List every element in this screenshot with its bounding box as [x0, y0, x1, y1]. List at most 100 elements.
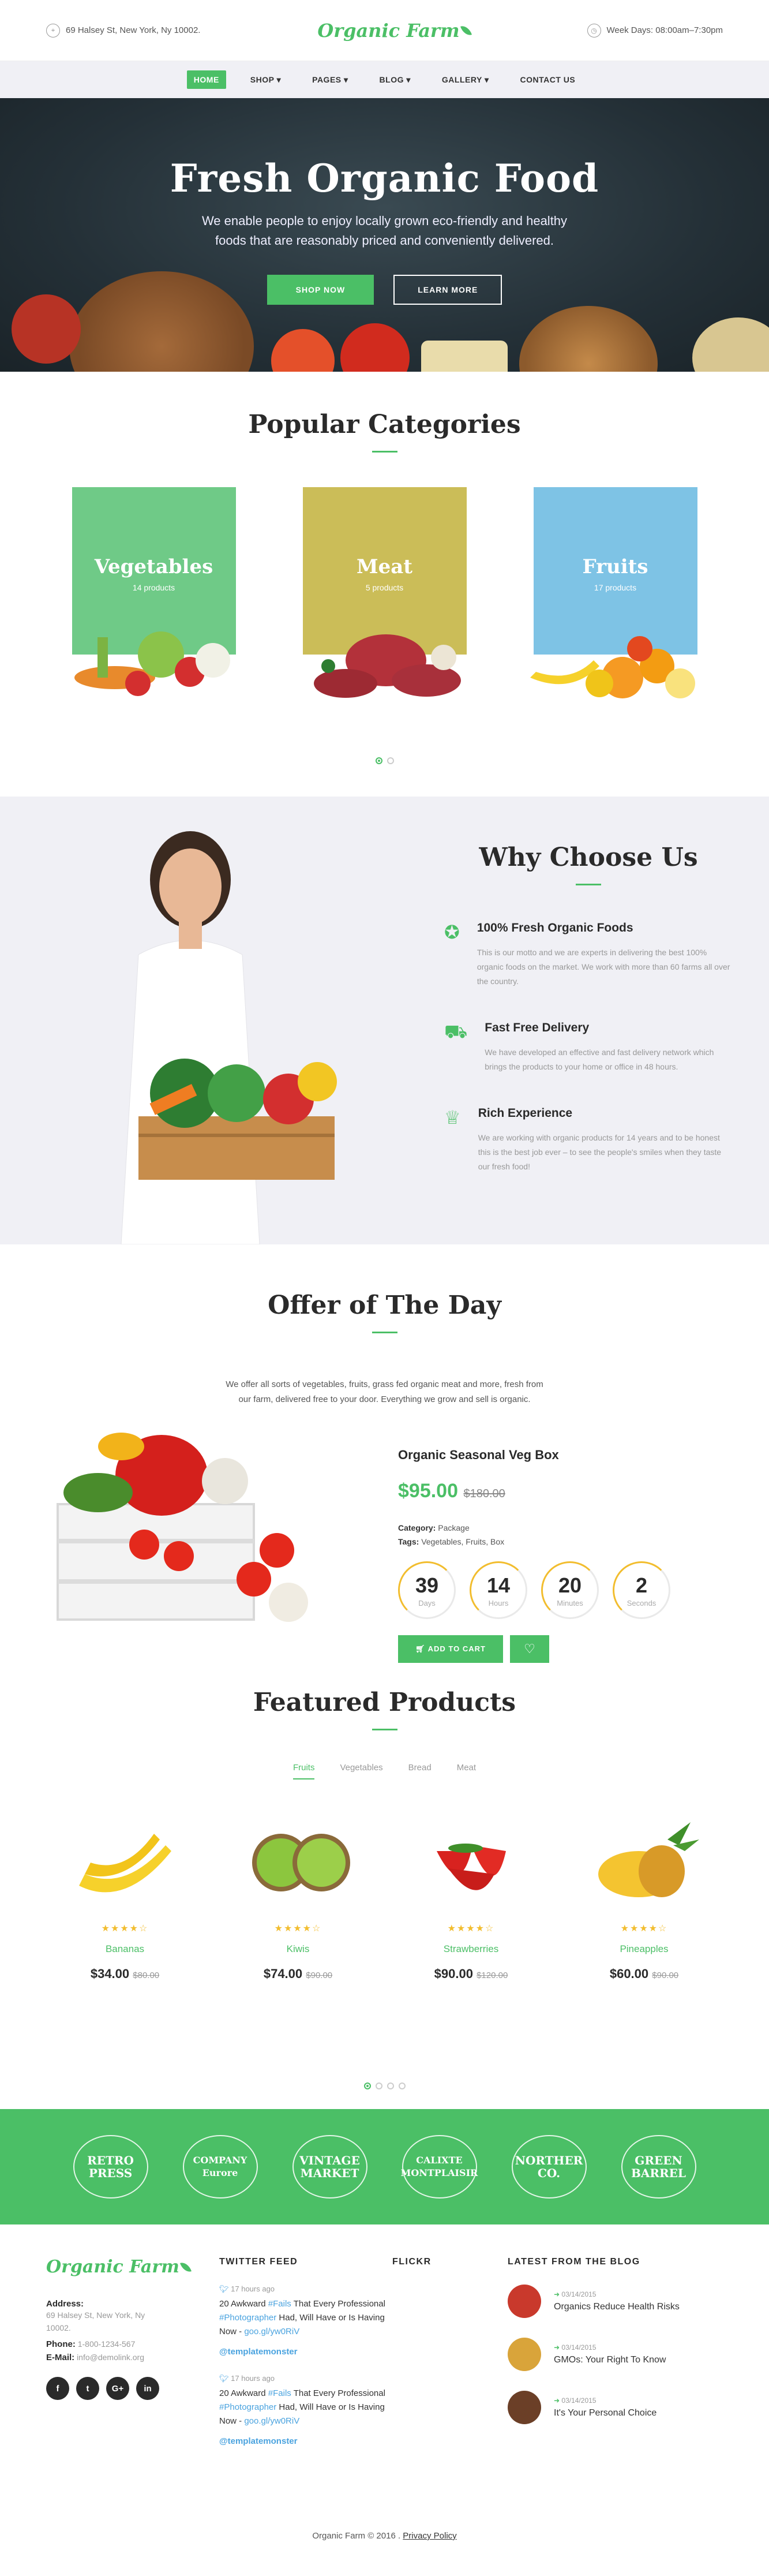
countdown-timer: 39 Days 14 Hours 20 Minutes 2 Seconds [398, 1561, 670, 1619]
brand-logo[interactable]: NORTHER CO. [511, 2135, 587, 2199]
wishlist-button[interactable]: ♡ [509, 1635, 549, 1663]
leaf-icon [460, 23, 472, 38]
product-card[interactable]: ★★★★☆ Bananas $34.00 $80.00 [67, 1816, 183, 1981]
tab-meat[interactable]: Meat [457, 1763, 476, 1779]
flickr-feed: FLICKR [392, 2257, 508, 2463]
nav-gallery[interactable]: GALLERY ▾ [435, 70, 496, 89]
learn-more-button[interactable]: LEARN MORE [393, 275, 502, 305]
tomato-image [271, 329, 335, 372]
blog-post[interactable]: ➜ 03/14/2015 It's Your Personal Choice [508, 2391, 715, 2424]
nav-pages-label: PAGES [312, 74, 342, 84]
nav-pages[interactable]: PAGES ▾ [305, 70, 355, 89]
price-current: $60.00 [609, 1966, 649, 1981]
arrow-icon: ➜ [554, 2343, 560, 2351]
linkedin-icon[interactable]: in [136, 2377, 159, 2400]
chevron-down-icon: ▾ [406, 74, 411, 84]
address-value: 69 Halsey St, New York, Ny 10002. [46, 2310, 145, 2332]
product-name[interactable]: Pineapples [587, 1943, 702, 1955]
carousel-dot[interactable] [375, 2083, 382, 2089]
brand-logo[interactable]: CALIXTE MONTPLAISIR [401, 2135, 478, 2199]
section-title: Why Choose Us [479, 843, 698, 872]
twitter-icon[interactable]: t [76, 2377, 99, 2400]
nav-blog[interactable]: BLOG ▾ [373, 70, 418, 89]
blog-post[interactable]: ➜ 03/14/2015 GMOs: Your Right To Know [508, 2338, 715, 2371]
post-title[interactable]: It's Your Personal Choice [554, 2408, 657, 2418]
facebook-icon[interactable]: f [46, 2377, 69, 2400]
tags-value: Vegetables, Fruits, Box [421, 1537, 505, 1546]
product-name[interactable]: Kiwis [241, 1943, 356, 1955]
add-to-cart-button[interactable]: 🛒︎ ADD TO CART [398, 1635, 503, 1663]
product-tabs: Fruits Vegetables Bread Meat [0, 1763, 769, 1779]
product-name[interactable]: Bananas [67, 1943, 183, 1955]
post-thumbnail [508, 2285, 541, 2318]
countdown-value: 39 [415, 1573, 439, 1597]
product-card[interactable]: ★★★★☆ Strawberries $90.00 $120.00 [414, 1816, 529, 1981]
tweet-link[interactable]: goo.gl/yw0RiV [244, 2416, 299, 2426]
hashtag[interactable]: #Fails [268, 2388, 291, 2398]
carousel-dot[interactable] [398, 2083, 406, 2089]
carousel-dot[interactable] [387, 2083, 394, 2089]
twitter-handle[interactable]: @templatemonster [219, 2347, 392, 2357]
tab-bread[interactable]: Bread [408, 1763, 432, 1779]
hashtag[interactable]: #Fails [268, 2299, 291, 2309]
carousel-dot[interactable] [375, 757, 382, 764]
wheat-image [692, 317, 769, 372]
phone-value[interactable]: 1-800-1234-567 [78, 2339, 136, 2349]
site-logo[interactable]: Organic Farm [317, 20, 472, 42]
hours-text: Week Days: 08:00am–7:30pm [606, 25, 723, 35]
product-card[interactable]: ★★★★☆ Kiwis $74.00 $90.00 [241, 1816, 356, 1981]
carousel-dot[interactable] [387, 757, 394, 764]
post-date-text: 03/14/2015 [561, 2396, 597, 2405]
brand-logo[interactable]: VINTAGE MARKET [292, 2135, 367, 2199]
chevron-down-icon: ▾ [484, 74, 489, 84]
shop-now-button[interactable]: SHOP NOW [267, 275, 374, 305]
footer-logo[interactable]: Organic Farm [46, 2257, 219, 2277]
topbar: ⌖ 69 Halsey St, New York, Ny 10002. Orga… [0, 0, 769, 61]
footer: Organic Farm Address: 69 Halsey St, New … [0, 2224, 769, 2552]
post-thumbnail [508, 2338, 541, 2371]
countdown-unit: Days [418, 1598, 436, 1607]
nav-home[interactable]: HOME [186, 70, 226, 89]
twitter-handle[interactable]: @templatemonster [219, 2436, 392, 2446]
vegetables-image [63, 614, 245, 706]
category-meat[interactable]: Meat 5 products [302, 487, 467, 698]
category-fruits[interactable]: Fruits 17 products [530, 487, 697, 698]
carousel-dot[interactable] [363, 2083, 371, 2089]
product-name[interactable]: Strawberries [414, 1943, 529, 1955]
popular-categories: Popular Categories Vegetables 14 product… [0, 372, 769, 797]
category-vegetables[interactable]: Vegetables 14 products [72, 487, 236, 696]
nav-contact[interactable]: CONTACT US [513, 70, 582, 89]
rating-stars: ★★★★☆ [101, 1924, 149, 1934]
kiwis-image [241, 1816, 356, 1909]
post-title[interactable]: Organics Reduce Health Risks [554, 2302, 680, 2312]
blog-post[interactable]: ➜ 03/14/2015 Organics Reduce Health Risks [508, 2285, 715, 2318]
product-card[interactable]: ★★★★☆ Pineapples $60.00 $90.00 [587, 1816, 702, 1981]
social-links: f t G+ in [46, 2377, 219, 2400]
post-date: ➜ 03/14/2015 [554, 2396, 657, 2405]
product-price: $60.00 $90.00 [587, 1966, 702, 1981]
brand-logo[interactable]: COMPANY Eurore [182, 2135, 258, 2199]
price-current: $90.00 [434, 1966, 473, 1981]
title-underline [372, 1729, 397, 1730]
brand-logo[interactable]: RETRO PRESS [73, 2135, 148, 2199]
tab-vegetables[interactable]: Vegetables [340, 1763, 382, 1779]
post-title[interactable]: GMOs: Your Right To Know [554, 2355, 666, 2365]
tab-fruits[interactable]: Fruits [292, 1763, 315, 1779]
truck-icon: ⛟ [444, 1021, 468, 1042]
latest-blog: LATEST FROM THE BLOG ➜ 03/14/2015 Organic… [508, 2257, 715, 2463]
pineapples-image [587, 1816, 702, 1909]
brand-logo[interactable]: GREEN BARREL [621, 2135, 696, 2199]
brand-logos: RETRO PRESS COMPANY Eurore VINTAGE MARKE… [0, 2109, 769, 2224]
email-value[interactable]: info@demolink.org [77, 2353, 144, 2362]
why-item: ♕ Rich Experience We are working with org… [444, 1106, 733, 1174]
hashtag[interactable]: #Photographer [219, 2402, 276, 2412]
hashtag[interactable]: #Photographer [219, 2313, 276, 2323]
twitter-feed-title: TWITTER FEED [219, 2257, 298, 2267]
tweet-link[interactable]: goo.gl/yw0RiV [244, 2327, 299, 2336]
twitter-bird-icon: 🐦︎ [219, 2285, 229, 2293]
nav-shop[interactable]: SHOP ▾ [243, 70, 288, 89]
privacy-policy-link[interactable]: Privacy Policy [403, 2531, 456, 2541]
blog-title: LATEST FROM THE BLOG [508, 2257, 640, 2267]
google-plus-icon[interactable]: G+ [106, 2377, 129, 2400]
offer-of-the-day: Offer of The Day We offer all sorts of v… [0, 1244, 769, 1688]
